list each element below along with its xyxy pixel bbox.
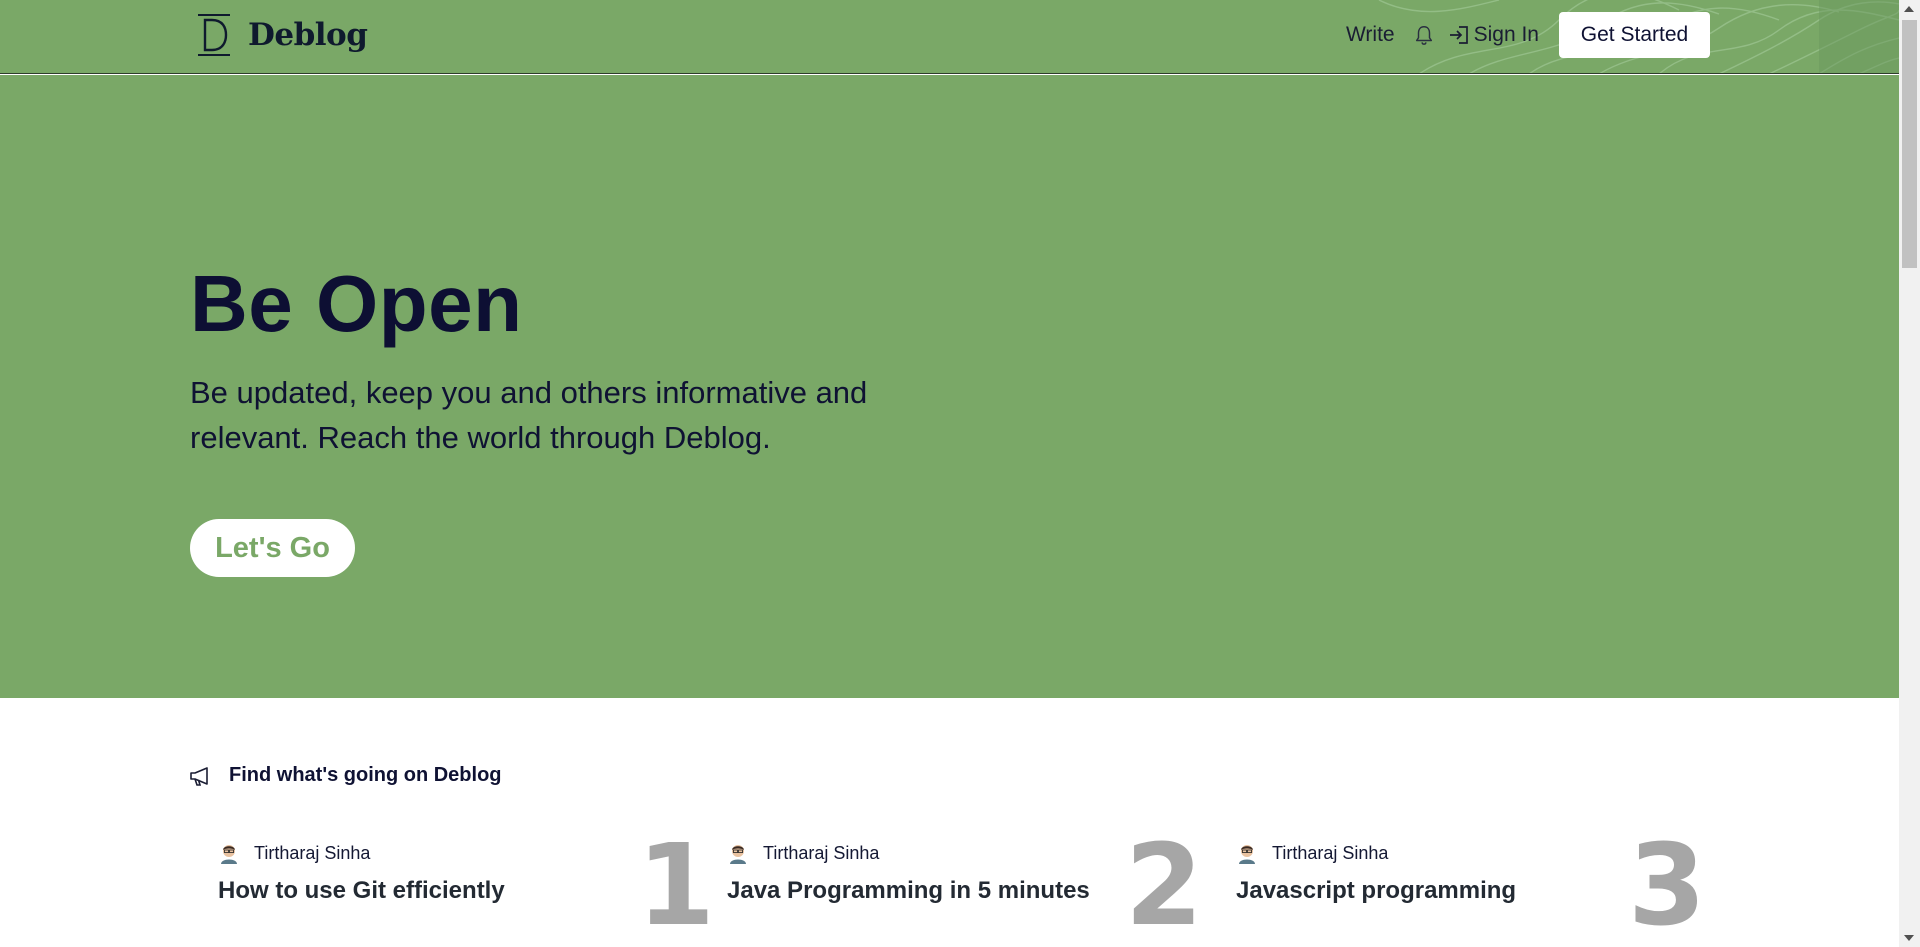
post-title[interactable]: Java Programming in 5 minutes: [727, 877, 1090, 905]
author-name: Tirtharaj Sinha: [763, 842, 880, 863]
top-navbar: Deblog Write Sign In Get Started: [0, 0, 1899, 74]
sign-in-link[interactable]: Sign In: [1447, 23, 1539, 47]
avatar: [1239, 845, 1255, 864]
brand-logo[interactable]: Deblog: [196, 12, 368, 58]
avatar: [221, 845, 237, 864]
card-author: Tirtharaj Sinha: [218, 842, 505, 864]
megaphone-icon: [190, 766, 208, 786]
card-author: Tirtharaj Sinha: [727, 842, 1090, 864]
rank-number: 2: [1125, 821, 1203, 947]
trending-heading: Find what's going on Deblog: [189, 764, 502, 787]
scroll-down-icon[interactable]: [1904, 935, 1914, 941]
trending-title: Find what's going on Deblog: [229, 764, 502, 786]
sign-in-icon: [1449, 26, 1468, 44]
hero-title: Be Open: [190, 259, 523, 348]
post-title[interactable]: Javascript programming: [1236, 877, 1516, 905]
rank-number: 1: [637, 821, 715, 947]
bell-icon[interactable]: [1413, 24, 1435, 46]
sign-in-label: Sign In: [1473, 23, 1539, 46]
author-name: Tirtharaj Sinha: [254, 842, 371, 863]
hero-subtitle: Be updated, keep you and others informat…: [190, 375, 868, 455]
get-started-button[interactable]: Get Started: [1559, 12, 1710, 58]
brand-name: Deblog: [248, 17, 368, 53]
avatar: [730, 845, 746, 864]
nav-actions: Write Sign In Get Started: [1346, 12, 1710, 58]
logo-d-icon: [198, 14, 230, 56]
scroll-thumb[interactable]: [1902, 20, 1917, 268]
trending-card[interactable]: Tirtharaj Sinha Java Programming in 5 mi…: [727, 842, 1090, 905]
trending-card[interactable]: Tirtharaj Sinha Javascript programming: [1236, 842, 1516, 905]
scroll-up-icon[interactable]: [1904, 6, 1914, 12]
post-title[interactable]: How to use Git efficiently: [218, 877, 505, 905]
trending-card[interactable]: Tirtharaj Sinha How to use Git efficient…: [218, 842, 505, 905]
rank-number: 3: [1628, 821, 1706, 947]
hero-section: Be Open Be updated, keep you and others …: [0, 75, 1899, 698]
lets-go-button[interactable]: Let's Go: [190, 519, 355, 577]
author-name: Tirtharaj Sinha: [1272, 842, 1389, 863]
write-link[interactable]: Write: [1346, 23, 1395, 47]
card-author: Tirtharaj Sinha: [1236, 842, 1516, 864]
vertical-scrollbar[interactable]: [1899, 0, 1920, 947]
